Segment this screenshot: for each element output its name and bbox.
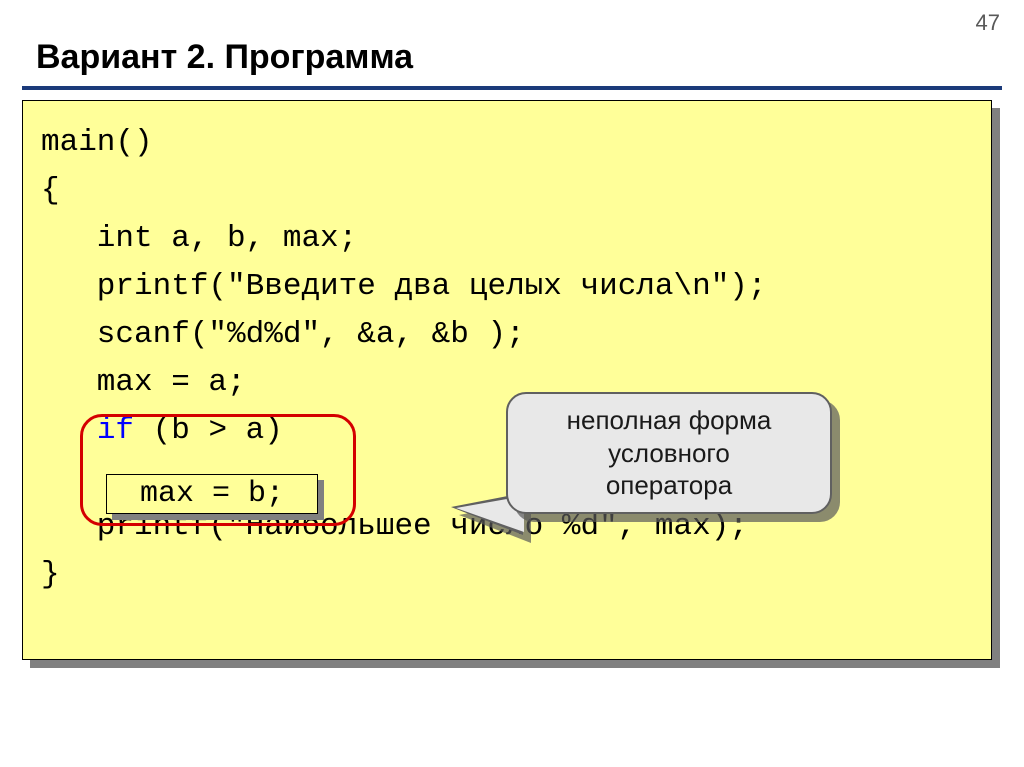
callout-bubble: неполная форма условного оператора [506, 392, 832, 514]
code-blank-line [41, 461, 60, 496]
code-line: { [41, 173, 60, 208]
page-title: Вариант 2. Программа [36, 38, 413, 77]
title-rule [22, 86, 1002, 90]
code-line: max = a; [41, 365, 246, 400]
callout-text: неполная форма условного оператора [567, 404, 772, 502]
inner-code-text: max = b; [140, 477, 284, 511]
code-line: int a, b, max; [41, 221, 357, 256]
code-line: scanf("%d%d", &a, &b ); [41, 317, 525, 352]
code-line: main() [41, 125, 153, 160]
callout-line: условного [608, 438, 730, 468]
page-number: 47 [976, 10, 1000, 36]
code-line: printf("Введите два целых числа\n"); [41, 269, 767, 304]
callout-line: оператора [606, 470, 732, 500]
callout-line: неполная форма [567, 405, 772, 435]
inner-code-box: max = b; [106, 474, 318, 514]
code-box: main() { int a, b, max; printf("Введите … [22, 100, 992, 660]
code-line: } [41, 557, 60, 592]
